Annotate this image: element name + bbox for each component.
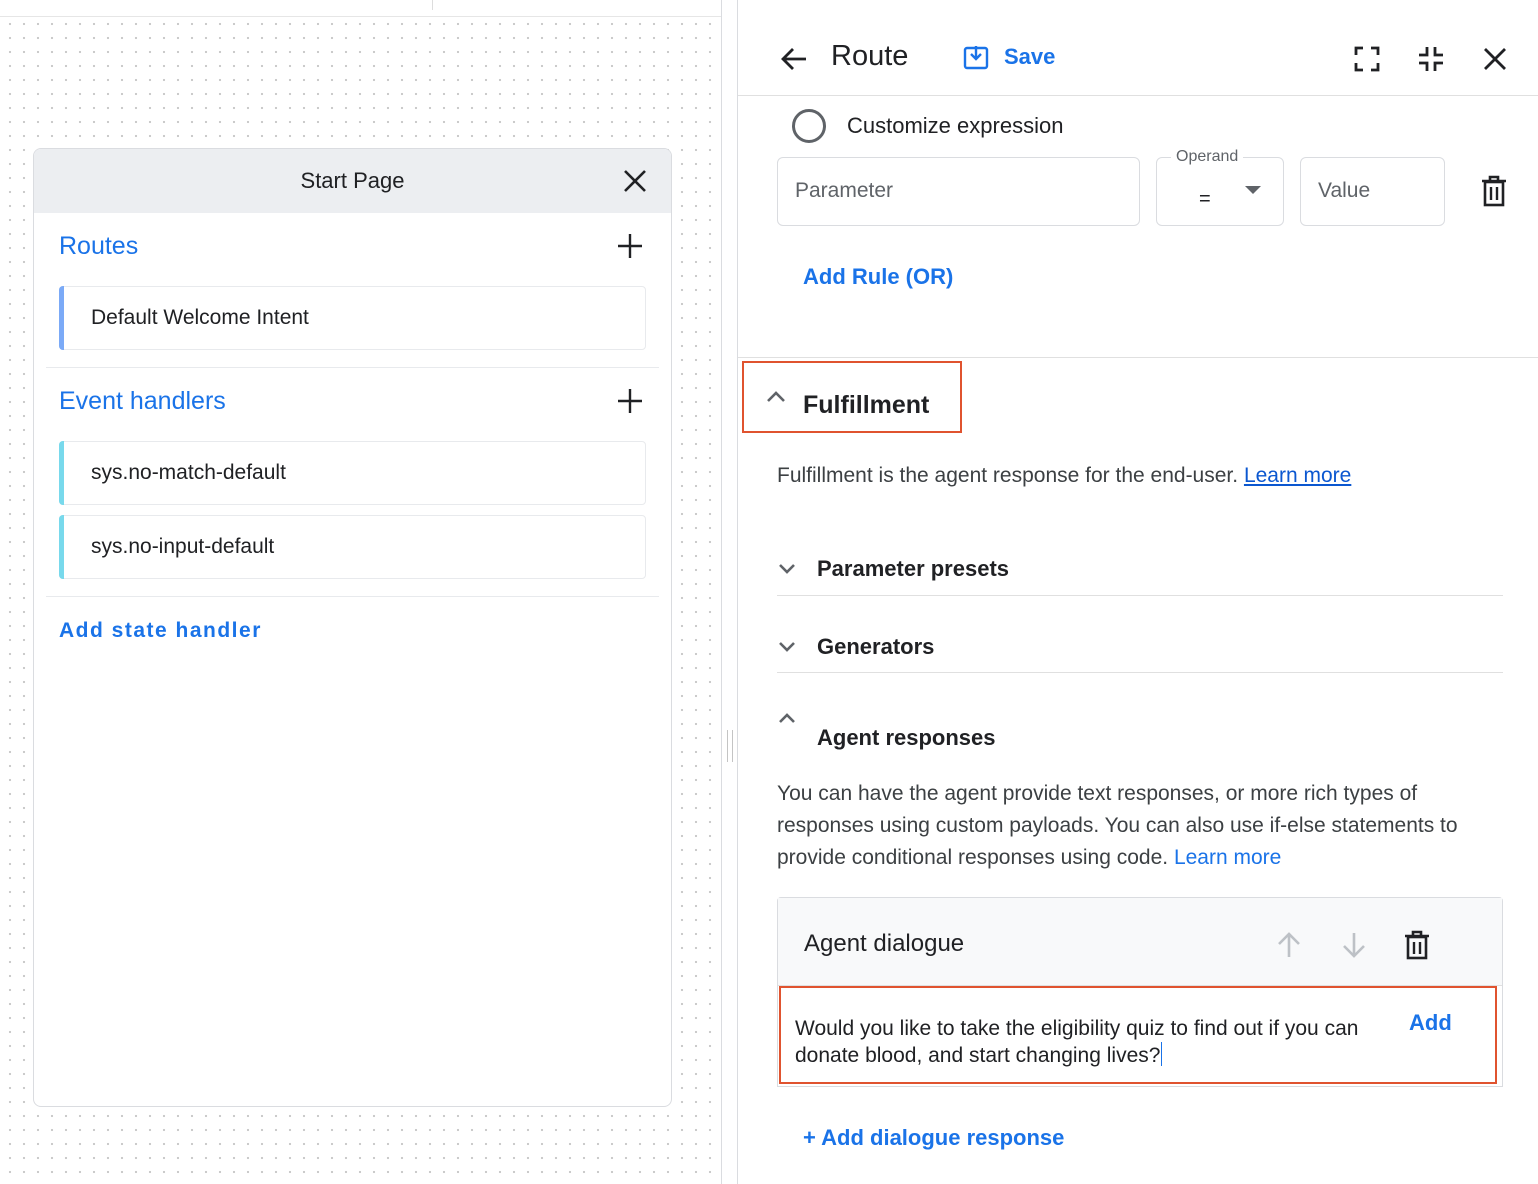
chevron-up-icon	[767, 391, 785, 402]
dropdown-arrow-icon	[1245, 186, 1261, 194]
event-handler-label: sys.no-input-default	[91, 535, 275, 558]
customize-expression-radio[interactable]	[792, 109, 826, 143]
back-arrow-icon[interactable]	[778, 42, 812, 76]
routes-section-header: Routes	[59, 226, 646, 266]
delete-rule-trash-icon[interactable]	[1478, 174, 1510, 208]
fulfillment-section-toggle[interactable]: Fulfillment	[742, 361, 962, 433]
start-page-title: Start Page	[300, 168, 405, 193]
fullscreen-icon[interactable]	[1350, 42, 1384, 76]
add-state-handler-button[interactable]: Add state handler	[59, 619, 262, 643]
generators-label: Generators	[817, 634, 935, 659]
add-dialogue-response-button[interactable]: + Add dialogue response	[803, 1125, 1064, 1151]
agent-dialogue-text: Would you like to take the eligibility q…	[795, 1017, 1359, 1067]
agent-responses-toggle[interactable]: Agent responses	[777, 705, 1503, 775]
save-button[interactable]: Save	[1004, 44, 1055, 70]
operand-value: =	[1199, 188, 1211, 210]
agent-dialogue-header: Agent dialogue	[778, 898, 1502, 986]
operand-select[interactable]: Operand =	[1156, 148, 1284, 226]
close-panel-icon[interactable]	[1478, 42, 1512, 76]
route-item-label: Default Welcome Intent	[91, 306, 309, 329]
add-event-handler-plus-icon[interactable]	[614, 385, 646, 417]
customize-expression-label: Customize expression	[847, 113, 1064, 138]
pane-resize-handle[interactable]	[727, 730, 733, 762]
learn-more-link[interactable]: Learn more	[1244, 464, 1351, 487]
flow-canvas[interactable]: Start Page Routes Default Welcome Intent…	[0, 0, 722, 1184]
add-variant-button[interactable]: Add	[1409, 1010, 1452, 1036]
agent-dialogue-card: Agent dialogue Would you like to take th…	[777, 897, 1503, 1087]
add-route-plus-icon[interactable]	[614, 230, 646, 262]
routes-title: Routes	[59, 231, 139, 260]
chevron-down-icon	[779, 564, 795, 574]
section-divider	[738, 357, 1538, 358]
value-input[interactable]: Value	[1300, 157, 1445, 226]
event-handler-label: sys.no-match-default	[91, 461, 286, 484]
section-divider	[46, 596, 659, 597]
fulfillment-description: Fulfillment is the agent response for th…	[777, 464, 1351, 488]
event-handlers-section-header: Event handlers	[59, 381, 646, 421]
section-divider	[777, 595, 1503, 596]
route-item-default-welcome-intent[interactable]: Default Welcome Intent	[59, 286, 646, 350]
canvas-top-strip	[0, 0, 722, 17]
agent-responses-label: Agent responses	[817, 725, 996, 750]
fulfillment-description-text: Fulfillment is the agent response for th…	[777, 464, 1239, 487]
pane-divider	[721, 0, 722, 1184]
start-page-card: Start Page Routes Default Welcome Intent…	[33, 148, 672, 1107]
chevron-down-icon	[779, 642, 795, 652]
agent-responses-description: You can have the agent provide text resp…	[777, 778, 1497, 874]
parameter-placeholder: Parameter	[795, 179, 894, 202]
save-icon[interactable]	[962, 43, 990, 71]
agent-responses-learn-more-link[interactable]: Learn more	[1174, 846, 1281, 869]
operand-label: Operand	[1171, 148, 1244, 166]
agent-responses-description-text: You can have the agent provide text resp…	[777, 782, 1458, 869]
collapse-icon[interactable]	[1414, 42, 1448, 76]
generators-toggle[interactable]: Generators	[777, 614, 1503, 684]
agent-dialogue-title: Agent dialogue	[804, 930, 965, 957]
panel-header: Route Save	[738, 0, 1538, 96]
chevron-up-icon	[779, 713, 795, 723]
event-handler-item-no-input[interactable]: sys.no-input-default	[59, 515, 646, 579]
close-icon[interactable]	[619, 165, 651, 197]
move-down-arrow-icon[interactable]	[1339, 930, 1369, 960]
agent-dialogue-textarea[interactable]: Would you like to take the eligibility q…	[779, 986, 1497, 1084]
route-editor-panel: Route Save Customize expression Paramete…	[737, 0, 1538, 1184]
add-rule-or-button[interactable]: Add Rule (OR)	[803, 264, 953, 290]
start-page-header: Start Page	[34, 149, 671, 213]
event-handlers-title: Event handlers	[59, 386, 226, 415]
event-handler-item-no-match[interactable]: sys.no-match-default	[59, 441, 646, 505]
fulfillment-title: Fulfillment	[803, 391, 930, 419]
parameter-input[interactable]: Parameter	[777, 157, 1140, 226]
section-divider	[777, 672, 1503, 673]
value-placeholder: Value	[1318, 179, 1371, 202]
delete-dialogue-trash-icon[interactable]	[1402, 930, 1432, 960]
parameter-presets-label: Parameter presets	[817, 556, 1010, 581]
move-up-arrow-icon[interactable]	[1274, 930, 1304, 960]
section-divider	[46, 367, 659, 368]
text-caret	[1161, 1042, 1163, 1066]
panel-title: Route	[831, 40, 909, 72]
